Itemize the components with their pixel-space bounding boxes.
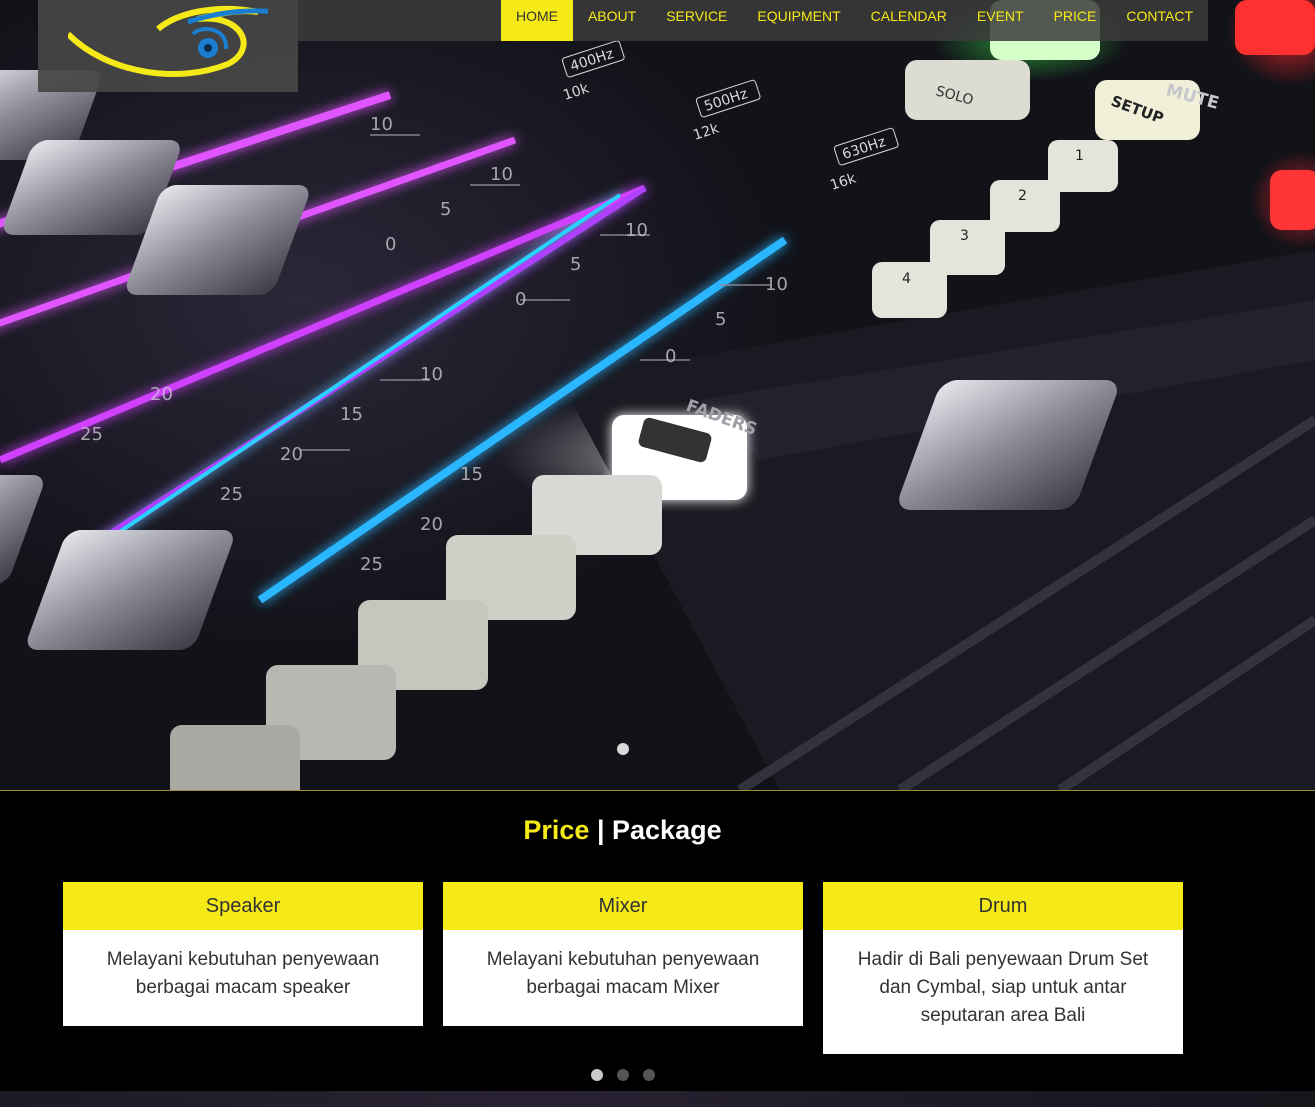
svg-text:10: 10 <box>370 114 393 135</box>
carousel-indicators <box>591 1069 655 1081</box>
svg-text:2: 2 <box>1018 188 1027 204</box>
svg-text:3: 3 <box>960 228 969 244</box>
nav-contact[interactable]: CONTACT <box>1111 0 1208 41</box>
nav-service[interactable]: SERVICE <box>651 0 742 41</box>
title-separator: | <box>589 815 613 845</box>
nav-home[interactable]: HOME <box>500 0 573 41</box>
price-card-mixer[interactable]: Mixer Melayani kebutuhan penyewaan berba… <box>443 882 803 1026</box>
svg-text:5: 5 <box>715 309 726 330</box>
svg-text:16k: 16k <box>828 170 858 194</box>
nav-calendar[interactable]: CALENDAR <box>856 0 962 41</box>
hero-carousel: 10 10 10 10 5 5 5 0 0 0 15 15 10 20 20 20 25 25 25 40… <box>0 0 1315 790</box>
card-text: Melayani kebutuhan penyewaan berbagai ma… <box>486 949 760 998</box>
svg-text:20: 20 <box>280 444 303 465</box>
svg-text:20: 20 <box>150 384 173 405</box>
svg-text:25: 25 <box>80 424 103 445</box>
svg-text:500Hz: 500Hz <box>702 86 749 115</box>
site-logo[interactable] <box>38 0 298 92</box>
svg-text:10k: 10k <box>561 80 591 104</box>
svg-text:12k: 12k <box>691 120 721 144</box>
carousel-dot-1[interactable] <box>591 1069 603 1081</box>
next-section-edge <box>0 1091 1315 1107</box>
section-title: Price | Package <box>0 815 1245 846</box>
card-text: Melayani kebutuhan penyewaan berbagai ma… <box>106 949 380 998</box>
svg-text:10: 10 <box>420 364 443 385</box>
svg-text:10: 10 <box>490 164 513 185</box>
svg-text:20: 20 <box>420 514 443 535</box>
svg-text:10: 10 <box>625 220 648 241</box>
svg-text:10: 10 <box>765 274 788 295</box>
card-text: Hadir di Bali penyewaan Drum Set dan Cym… <box>857 949 1149 1026</box>
card-title: Mixer <box>443 882 803 930</box>
hero-carousel-indicator[interactable] <box>617 743 629 755</box>
svg-text:5: 5 <box>570 254 581 275</box>
nav-about[interactable]: ABOUT <box>573 0 651 41</box>
nav-equipment[interactable]: EQUIPMENT <box>742 0 855 41</box>
nav-price[interactable]: PRICE <box>1039 0 1112 41</box>
svg-text:400Hz: 400Hz <box>568 46 615 75</box>
svg-text:630Hz: 630Hz <box>840 134 887 163</box>
price-card-drum[interactable]: Drum Hadir di Bali penyewaan Drum Set da… <box>823 882 1183 1054</box>
nav-event[interactable]: EVENT <box>962 0 1039 41</box>
card-title: Drum <box>823 882 1183 930</box>
card-title: Speaker <box>63 882 423 930</box>
title-rest: Package <box>612 815 722 845</box>
svg-text:0: 0 <box>665 346 676 367</box>
main-navbar: HOME ABOUT SERVICE EQUIPMENT CALENDAR EV… <box>298 0 1208 41</box>
svg-text:0: 0 <box>515 289 526 310</box>
title-accent: Price <box>523 815 590 845</box>
svg-text:0: 0 <box>385 234 396 255</box>
carousel-dot-2[interactable] <box>617 1069 629 1081</box>
svg-text:4: 4 <box>902 271 911 287</box>
logo-swoosh-icon <box>68 5 268 77</box>
carousel-dot-3[interactable] <box>643 1069 655 1081</box>
svg-text:25: 25 <box>360 554 383 575</box>
price-card-speaker[interactable]: Speaker Melayani kebutuhan penyewaan ber… <box>63 882 423 1026</box>
mixer-background-image: 10 10 10 10 5 5 5 0 0 0 15 15 10 20 20 20 25 25 25 40… <box>0 0 1315 790</box>
svg-text:1: 1 <box>1075 148 1084 164</box>
svg-text:15: 15 <box>460 464 483 485</box>
svg-text:5: 5 <box>440 199 451 220</box>
svg-text:25: 25 <box>220 484 243 505</box>
svg-text:15: 15 <box>340 404 363 425</box>
price-package-section: Price | Package Speaker Melayani kebutuh… <box>0 791 1315 1091</box>
